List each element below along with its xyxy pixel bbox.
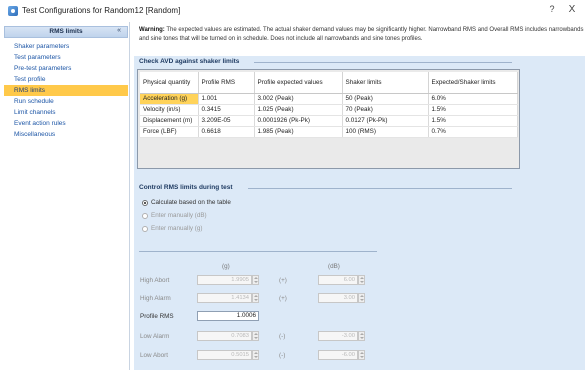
warning-message: Warning: The expected values are estimat…: [139, 26, 585, 43]
high-abort-db-input[interactable]: 6.00: [318, 275, 358, 285]
sidebar-item-shaker-parameters[interactable]: Shaker parameters: [4, 41, 128, 52]
sidebar-item-test-profile[interactable]: Test profile: [4, 74, 128, 85]
low-abort-label: Low Abort: [140, 352, 169, 359]
col-header-db: (dB): [328, 263, 340, 270]
low-alarm-g-spinner[interactable]: [252, 331, 259, 341]
high-abort-g-input[interactable]: 1.9905: [197, 275, 252, 285]
col-header-expected-shaker: Expected/Shaker limits: [428, 72, 518, 94]
low-alarm-label: Low Alarm: [140, 333, 170, 340]
cell-ratio: 0.7%: [428, 126, 518, 138]
high-abort-g-spinner[interactable]: [252, 275, 259, 285]
cell-ratio: 1.5%: [428, 115, 518, 127]
table-row[interactable]: Displacement (m) 3.209E-05 0.0001926 (Pk…: [140, 115, 518, 127]
high-abort-db-spinner[interactable]: [358, 275, 365, 285]
sidebar-item-event-action-rules[interactable]: Event action rules: [4, 118, 128, 129]
sidebar-item-rms-limits[interactable]: RMS limits: [4, 85, 128, 96]
col-header-g: (g): [222, 263, 230, 270]
high-alarm-sign: (+): [279, 295, 287, 302]
cell-shaker-limit: 70 (Peak): [342, 104, 429, 116]
high-abort-label: High Abort: [140, 277, 170, 284]
low-alarm-db-spinner[interactable]: [358, 331, 365, 341]
radio-dot: [142, 213, 148, 219]
sidebar-item-test-parameters[interactable]: Test parameters: [4, 52, 128, 63]
sidebar: RMS limits « Shaker parameters Test para…: [0, 22, 130, 370]
cell-ratio: 1.5%: [428, 104, 518, 116]
cell-quantity: Displacement (m): [140, 115, 199, 127]
sidebar-item-miscellaneous[interactable]: Miscellaneous: [4, 129, 128, 140]
control-divider: [248, 188, 512, 189]
cell-expected: 1.025 (Peak): [254, 104, 343, 116]
high-alarm-db-input[interactable]: 3.00: [318, 293, 358, 303]
col-header-shaker-limits: Shaker limits: [342, 72, 429, 94]
cell-ratio: 6.0%: [428, 93, 518, 105]
radio-manual-db[interactable]: Enter manually (dB): [142, 212, 207, 220]
profile-rms-label: Profile RMS: [140, 313, 174, 320]
low-abort-db-input[interactable]: -6.00: [318, 350, 358, 360]
cell-expected: 1.985 (Peak): [254, 126, 343, 138]
control-section: Control RMS limits during test Calculate…: [134, 179, 585, 370]
cell-profile-rms: 0.3415: [198, 104, 255, 116]
cell-profile-rms: 3.209E-05: [198, 115, 255, 127]
high-abort-sign: (+): [279, 277, 287, 284]
high-alarm-g-spinner[interactable]: [252, 293, 259, 303]
low-alarm-db-input[interactable]: -3.00: [318, 331, 358, 341]
radio-label: Enter manually (dB): [151, 212, 207, 219]
cell-profile-rms: 1.001: [198, 93, 255, 105]
cell-expected: 0.0001926 (Pk-Pk): [254, 115, 343, 127]
app-icon: [8, 6, 18, 16]
sidebar-item-run-schedule[interactable]: Run schedule: [4, 96, 128, 107]
cell-expected: 3.002 (Peak): [254, 93, 343, 105]
profile-rms-value: 1.0006: [197, 311, 259, 321]
collapse-icon[interactable]: «: [117, 27, 121, 34]
avd-header-row: Physical quantity Profile RMS Profile ex…: [140, 72, 518, 94]
high-alarm-label: High Alarm: [140, 295, 171, 302]
low-alarm-sign: (-): [279, 333, 286, 340]
warning-label: Warning:: [139, 27, 165, 33]
col-header-physical-quantity: Physical quantity: [140, 72, 199, 94]
control-section-title: Control RMS limits during test: [139, 184, 233, 191]
table-row[interactable]: Force (LBF) 0.6618 1.985 (Peak) 100 (RMS…: [140, 126, 518, 138]
limits-divider: [139, 251, 377, 252]
low-abort-db-spinner[interactable]: [358, 350, 365, 360]
cell-shaker-limit: 0.0127 (Pk-Pk): [342, 115, 429, 127]
cell-shaker-limit: 100 (RMS): [342, 126, 429, 138]
sidebar-header-label: RMS limits: [49, 28, 83, 35]
radio-label: Enter manually (g): [151, 225, 203, 232]
high-alarm-db-spinner[interactable]: [358, 293, 365, 303]
cell-quantity: Force (LBF): [140, 126, 199, 138]
col-header-profile-rms: Profile RMS: [198, 72, 255, 94]
cell-shaker-limit: 50 (Peak): [342, 93, 429, 105]
sidebar-item-pre-test-parameters[interactable]: Pre-test parameters: [4, 63, 128, 74]
low-alarm-g-input[interactable]: 0.7083: [197, 331, 252, 341]
sidebar-header[interactable]: RMS limits «: [4, 26, 128, 38]
radio-dot: [142, 226, 148, 232]
warning-text: The expected values are estimated. The a…: [139, 27, 584, 42]
title-bar: Test Configurations for Random12 [Random…: [0, 0, 588, 22]
low-abort-g-input[interactable]: 0.5015: [197, 350, 252, 360]
avd-divider: [254, 62, 512, 63]
close-button[interactable]: X: [566, 4, 578, 16]
sidebar-item-limit-channels[interactable]: Limit channels: [4, 107, 128, 118]
high-alarm-g-input[interactable]: 1.4134: [197, 293, 252, 303]
low-abort-sign: (-): [279, 352, 286, 359]
window-title: Test Configurations for Random12 [Random…: [22, 6, 181, 15]
radio-calculate-table[interactable]: Calculate based on the table: [142, 199, 231, 207]
main-panel: Warning: The expected values are estimat…: [133, 22, 588, 370]
sidebar-list: Shaker parameters Test parameters Pre-te…: [4, 41, 128, 140]
help-button[interactable]: ?: [546, 4, 558, 16]
col-header-profile-expected: Profile expected values: [254, 72, 343, 94]
avd-table-frame: Physical quantity Profile RMS Profile ex…: [137, 69, 520, 169]
avd-table: Physical quantity Profile RMS Profile ex…: [140, 72, 518, 138]
table-row[interactable]: Velocity (in/s) 0.3415 1.025 (Peak) 70 (…: [140, 104, 518, 116]
radio-label: Calculate based on the table: [151, 199, 231, 206]
avd-section-title: Check AVD against shaker limits: [139, 58, 240, 65]
low-abort-g-spinner[interactable]: [252, 350, 259, 360]
cell-quantity: Velocity (in/s): [140, 104, 199, 116]
table-row[interactable]: Acceleration (g) 1.001 3.002 (Peak) 50 (…: [140, 93, 518, 105]
cell-profile-rms: 0.6618: [198, 126, 255, 138]
radio-manual-g[interactable]: Enter manually (g): [142, 225, 202, 233]
radio-dot: [142, 200, 148, 206]
cell-quantity: Acceleration (g): [140, 93, 199, 105]
